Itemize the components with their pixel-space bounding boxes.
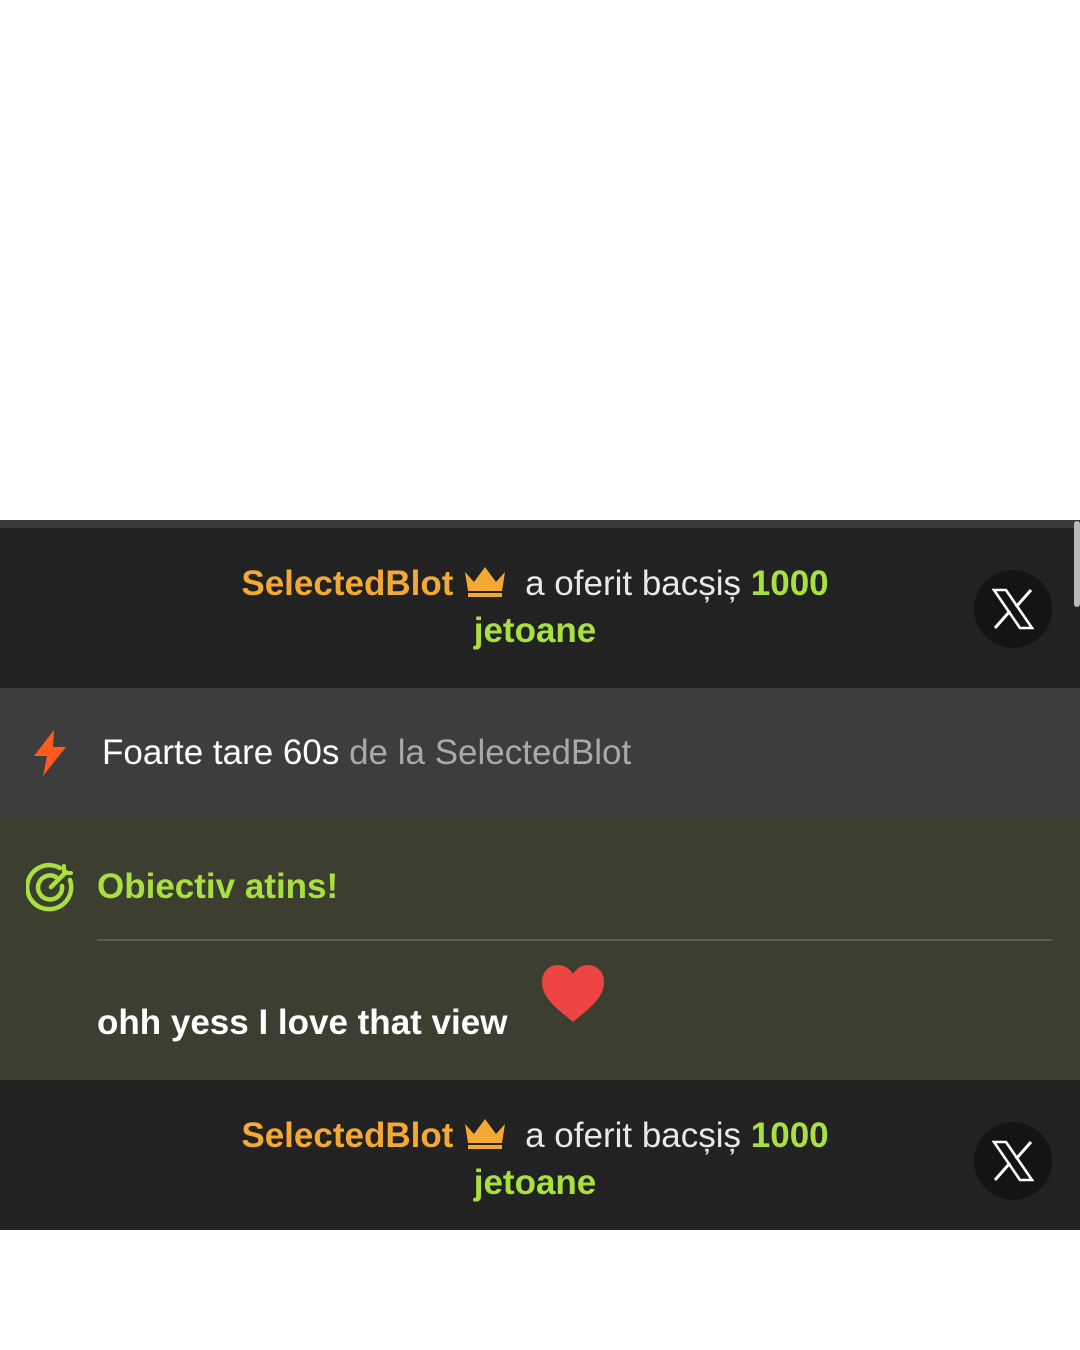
boost-notification: Foarte tare 60s de la SelectedBlot (0, 688, 1080, 818)
tip-username[interactable]: SelectedBlot (241, 564, 453, 603)
scrollbar-thumb[interactable] (1074, 521, 1080, 607)
goal-title: Obiectiv atins! (97, 867, 339, 906)
goal-notification: Obiectiv atins! ohh yess I love that vie… (0, 818, 1080, 1080)
x-logo-icon (991, 588, 1035, 630)
chat-feed: SelectedBlot a oferit bacșiș 1000 jetoan… (0, 520, 1080, 1230)
lightning-bolt-icon (34, 730, 66, 776)
x-logo-icon (991, 1140, 1035, 1182)
tip-amount: 1000 (750, 564, 829, 603)
tip-unit: jetoane (473, 611, 597, 650)
tip-amount: 1000 (750, 1116, 829, 1155)
boost-label: Foarte tare 60s (102, 733, 340, 772)
tip-notification: SelectedBlot a oferit bacșiș 1000 jetoan… (0, 528, 1080, 678)
tip-notification: SelectedBlot a oferit bacșiș 1000 jetoan… (0, 1080, 1080, 1230)
crown-icon (465, 1119, 506, 1149)
goal-message: ohh yess I love that view (97, 1003, 508, 1042)
target-icon (26, 862, 74, 912)
tip-action: a oferit bacșiș (525, 564, 742, 603)
goal-divider (97, 939, 1052, 941)
tip-unit: jetoane (473, 1163, 597, 1202)
crown-icon (465, 567, 506, 597)
tip-message: SelectedBlot a oferit bacșiș 1000 jetoan… (130, 560, 940, 654)
heart-icon (542, 965, 604, 1022)
tip-action: a oferit bacșiș (525, 1116, 742, 1155)
x-logo-button[interactable] (974, 570, 1052, 648)
boost-source: de la SelectedBlot (349, 733, 632, 772)
x-logo-button[interactable] (974, 1122, 1052, 1200)
tip-username[interactable]: SelectedBlot (241, 1116, 453, 1155)
boost-text: Foarte tare 60s de la SelectedBlot (102, 732, 631, 774)
tip-message: SelectedBlot a oferit bacșiș 1000 jetoan… (130, 1112, 940, 1206)
